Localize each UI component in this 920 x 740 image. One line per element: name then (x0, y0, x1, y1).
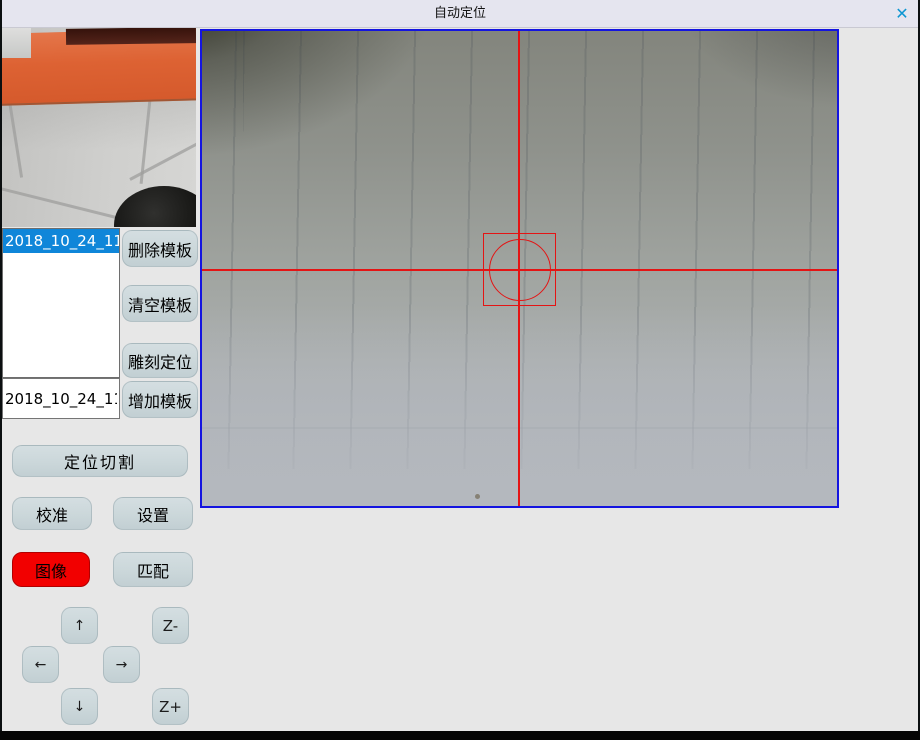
jog-z-minus-button[interactable]: Z- (152, 607, 189, 644)
window-border-bottom (0, 731, 920, 740)
close-icon[interactable]: ✕ (891, 3, 913, 25)
clear-templates-button[interactable]: 清空模板 (122, 285, 198, 322)
target-circle-marker (489, 239, 551, 301)
engrave-position-button[interactable]: 雕刻定位 (122, 343, 198, 378)
jog-right-button[interactable]: → (103, 646, 140, 683)
camera-speck (475, 494, 480, 499)
window-title: 自动定位 (0, 0, 920, 28)
jog-left-button[interactable]: ← (22, 646, 59, 683)
thumbnail-dark-strip (66, 28, 196, 45)
template-list-item-selected[interactable]: 2018_10_24_11 (3, 229, 119, 253)
image-button[interactable]: 图像 (12, 552, 90, 587)
jog-z-plus-button[interactable]: Z+ (152, 688, 189, 725)
jog-down-button[interactable]: ↓ (61, 688, 98, 725)
add-template-button[interactable]: 增加模板 (122, 381, 198, 418)
jog-up-button[interactable]: ↑ (61, 607, 98, 644)
match-button[interactable]: 匹配 (113, 552, 193, 587)
delete-template-button[interactable]: 删除模板 (122, 230, 198, 267)
camera-view (200, 29, 839, 508)
thumbnail-grey-corner (2, 28, 31, 58)
template-thumbnail-preview (2, 28, 196, 227)
template-name-input[interactable] (2, 378, 120, 419)
settings-button[interactable]: 设置 (113, 497, 193, 530)
title-bar: 自动定位 ✕ (0, 0, 920, 28)
calibrate-button[interactable]: 校准 (12, 497, 92, 530)
template-list[interactable]: 2018_10_24_11 (2, 228, 120, 378)
position-cut-button[interactable]: 定位切割 (12, 445, 188, 477)
window-border-left (0, 0, 2, 740)
